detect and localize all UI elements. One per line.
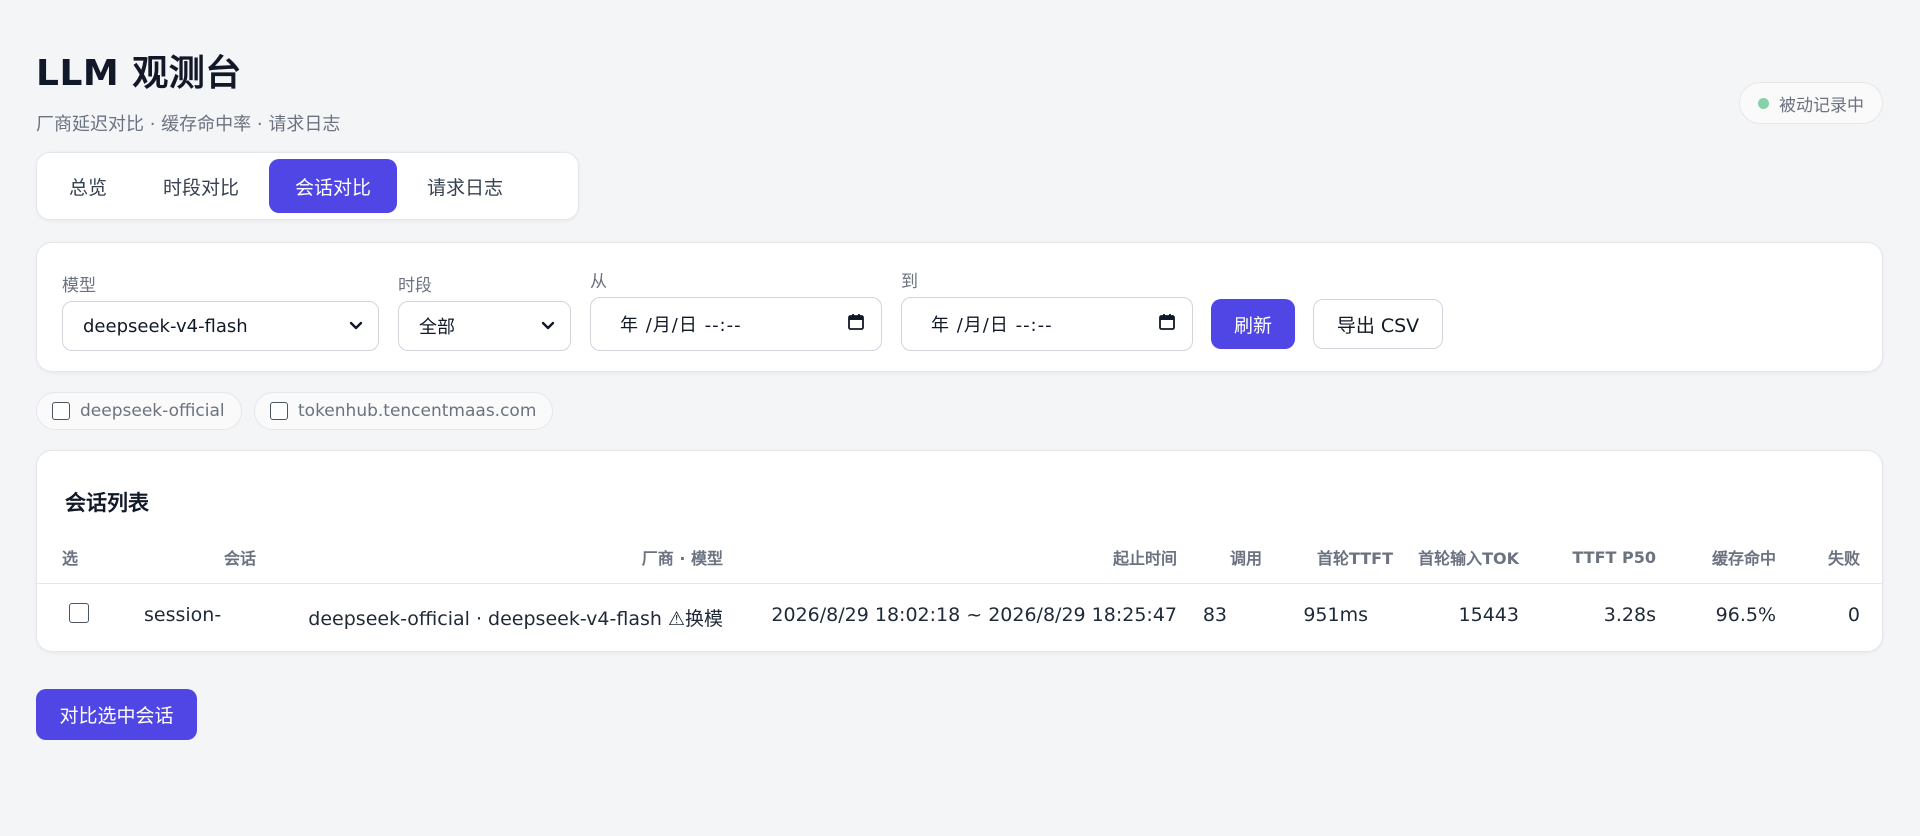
cell-first-ttft: 951ms bbox=[1303, 604, 1368, 626]
period-select[interactable]: 全部 bbox=[398, 301, 571, 351]
period-field-label: 时段 bbox=[398, 276, 432, 296]
provider-chip-tokenhub[interactable]: tokenhub.tencentmaas.com bbox=[254, 392, 554, 430]
cell-time-range: 2026/8/29 18:02:18 ~ 2026/8/29 18:25:47 bbox=[771, 604, 1177, 626]
provider-checkbox[interactable] bbox=[52, 402, 70, 420]
compare-selected-sessions-button[interactable]: 对比选中会话 bbox=[36, 689, 197, 740]
to-datetime-input[interactable]: 年 /月/日 --:-- bbox=[901, 297, 1193, 351]
tab-request-log[interactable]: 请求日志 bbox=[401, 159, 529, 213]
cell-ttft-p50: 3.28s bbox=[1603, 604, 1656, 626]
cell-first-input-tok: 15443 bbox=[1458, 604, 1519, 626]
tab-overview[interactable]: 总览 bbox=[43, 159, 133, 213]
col-header-ttft-p50: TTFT P50 bbox=[1572, 548, 1656, 567]
page-subtitle: 厂商延迟对比 · 缓存命中率 · 请求日志 bbox=[36, 114, 341, 135]
provider-chip-deepseek-official[interactable]: deepseek-official bbox=[36, 392, 242, 430]
cell-calls: 83 bbox=[1202, 604, 1227, 626]
export-csv-button[interactable]: 导出 CSV bbox=[1313, 299, 1443, 349]
status-label: 被动记录中 bbox=[1779, 95, 1864, 116]
col-header-failures: 失败 bbox=[1827, 549, 1860, 568]
cell-failures: 0 bbox=[1847, 604, 1860, 626]
row-select-checkbox[interactable] bbox=[69, 603, 89, 623]
page-header: LLM 观测台 厂商延迟对比 · 缓存命中率 · 请求日志 bbox=[36, 44, 340, 136]
col-header-select: 选 bbox=[62, 549, 79, 568]
col-header-calls: 调用 bbox=[1229, 549, 1262, 568]
tab-session-compare[interactable]: 会话对比 bbox=[269, 159, 398, 213]
cell-vendor-model: deepseek-official · deepseek-v4-flash ⚠换… bbox=[308, 608, 723, 630]
filter-panel: 模型 deepseek-v4-flash 时段 全部 从 年 /月/日 --:-… bbox=[36, 242, 1883, 372]
refresh-button[interactable]: 刷新 bbox=[1211, 299, 1295, 349]
session-list-card: 会话列表 选 会话 厂商 · 模型 起止时间 调用 首轮TTFT 首轮输入TOK… bbox=[36, 450, 1883, 652]
recording-status-badge: 被动记录中 bbox=[1739, 82, 1883, 124]
calendar-icon[interactable] bbox=[847, 313, 865, 331]
from-field-label: 从 bbox=[590, 272, 607, 292]
calendar-icon[interactable] bbox=[1158, 313, 1176, 331]
model-field-label: 模型 bbox=[62, 276, 96, 296]
cell-session[interactable]: session- bbox=[144, 604, 221, 626]
session-list-title: 会话列表 bbox=[65, 491, 149, 515]
tab-period-compare[interactable]: 时段对比 bbox=[137, 159, 265, 213]
cell-cache-hit: 96.5% bbox=[1715, 604, 1776, 626]
col-header-first-input-tok: 首轮输入TOK bbox=[1418, 549, 1519, 568]
provider-checkbox[interactable] bbox=[270, 402, 288, 420]
chevron-down-icon bbox=[541, 321, 555, 330]
col-header-cache-hit: 缓存命中 bbox=[1711, 549, 1776, 568]
col-header-time-range: 起止时间 bbox=[1112, 549, 1177, 568]
col-header-vendor-model: 厂商 · 模型 bbox=[641, 549, 723, 568]
status-dot-icon bbox=[1758, 97, 1769, 109]
col-header-first-ttft: 首轮TTFT bbox=[1316, 549, 1393, 568]
model-select[interactable]: deepseek-v4-flash bbox=[62, 301, 379, 351]
to-field-label: 到 bbox=[901, 272, 918, 292]
table-header-divider bbox=[37, 583, 1882, 584]
page-title: LLM 观测台 bbox=[36, 53, 242, 94]
chevron-down-icon bbox=[349, 321, 363, 330]
main-tabs: 总览 时段对比 会话对比 请求日志 bbox=[36, 152, 579, 220]
from-datetime-input[interactable]: 年 /月/日 --:-- bbox=[590, 297, 882, 351]
col-header-session: 会话 bbox=[223, 549, 256, 568]
